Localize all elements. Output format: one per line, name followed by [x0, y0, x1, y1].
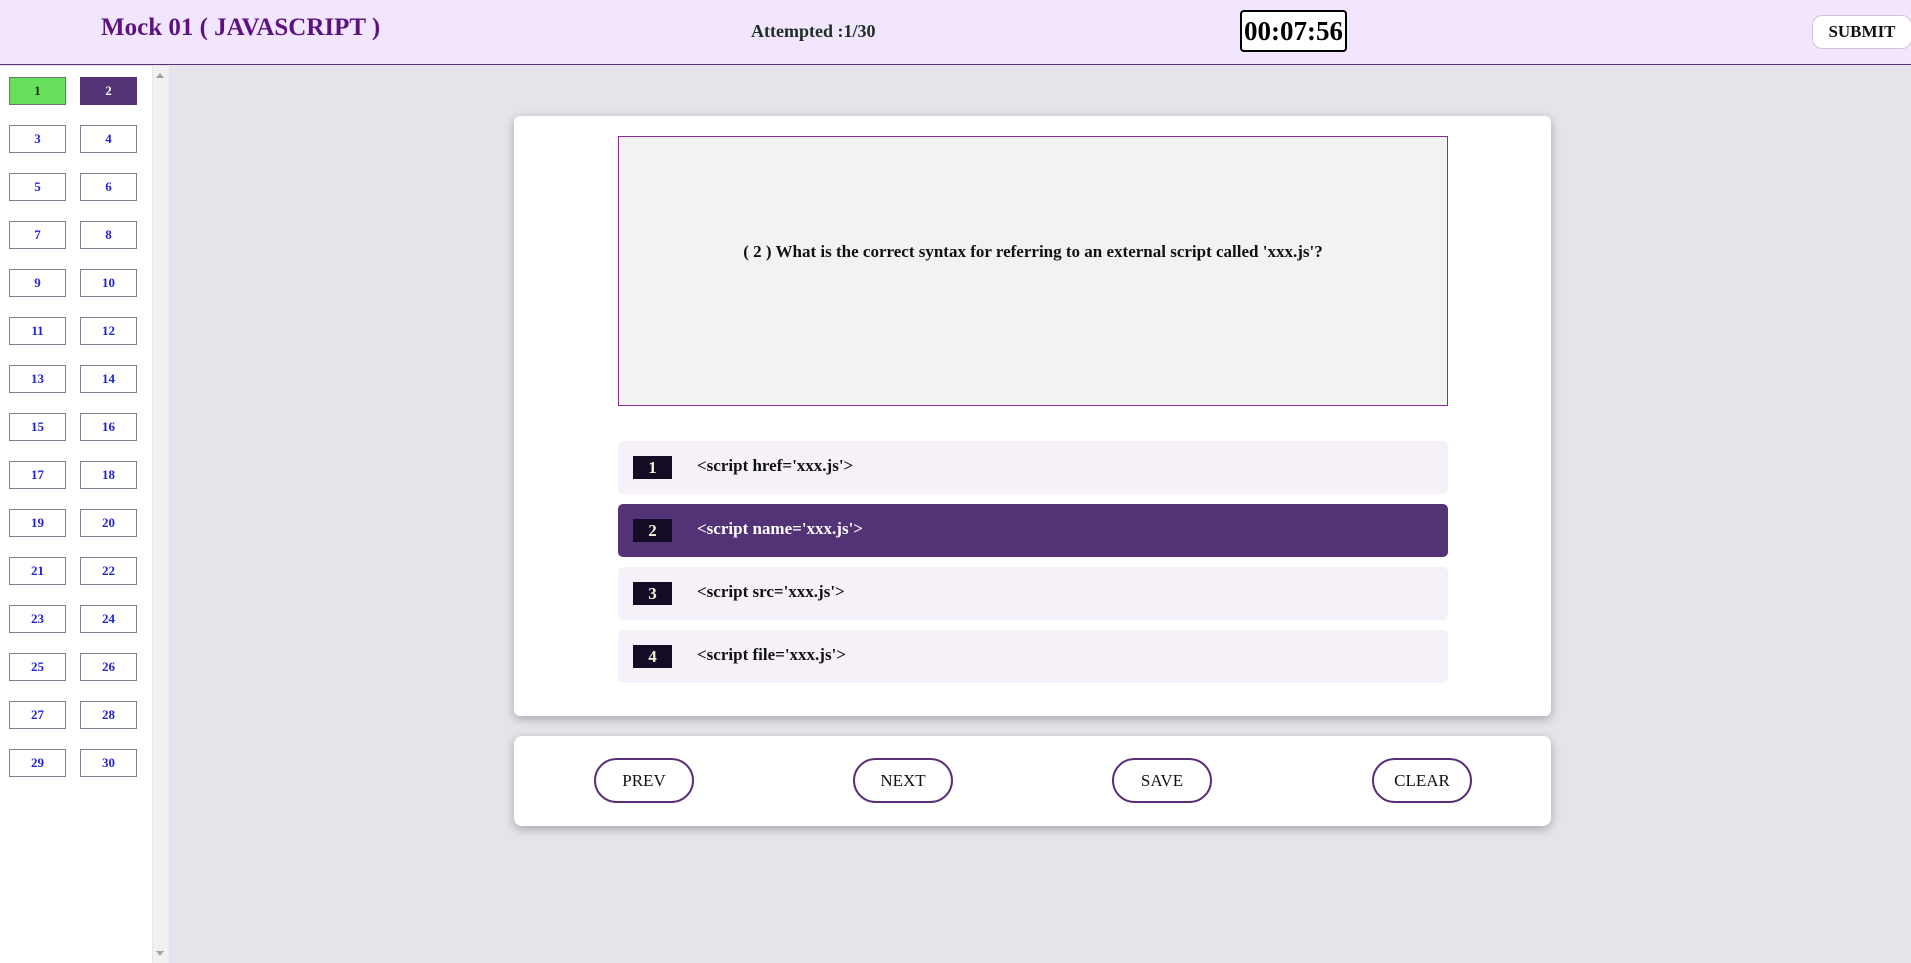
- question-button-17[interactable]: 17: [9, 461, 66, 489]
- question-button-22[interactable]: 22: [80, 557, 137, 585]
- option-3[interactable]: 3 <script src='xxx.js'>: [618, 567, 1448, 620]
- question-button-6[interactable]: 6: [80, 173, 137, 201]
- option-number: 2: [633, 519, 672, 542]
- submit-button[interactable]: SUBMIT: [1812, 15, 1911, 49]
- option-text: <script href='xxx.js'>: [697, 456, 854, 475]
- question-button-30[interactable]: 30: [80, 749, 137, 777]
- question-button-5[interactable]: 5: [9, 173, 66, 201]
- option-text: <script src='xxx.js'>: [697, 582, 845, 601]
- option-4[interactable]: 4 <script file='xxx.js'>: [618, 630, 1448, 683]
- question-button-3[interactable]: 3: [9, 125, 66, 153]
- question-button-10[interactable]: 10: [80, 269, 137, 297]
- question-button-12[interactable]: 12: [80, 317, 137, 345]
- question-button-16[interactable]: 16: [80, 413, 137, 441]
- question-button-29[interactable]: 29: [9, 749, 66, 777]
- question-button-8[interactable]: 8: [80, 221, 137, 249]
- question-button-28[interactable]: 28: [80, 701, 137, 729]
- page-title: Mock 01 ( JAVASCRIPT ): [101, 14, 381, 41]
- option-1[interactable]: 1 <script href='xxx.js'>: [618, 441, 1448, 494]
- scroll-down-icon[interactable]: [156, 951, 164, 956]
- question-button-26[interactable]: 26: [80, 653, 137, 681]
- question-button-13[interactable]: 13: [9, 365, 66, 393]
- question-button-23[interactable]: 23: [9, 605, 66, 633]
- sidebar-scrollbar[interactable]: [152, 66, 169, 963]
- option-2[interactable]: 2 <script name='xxx.js'>: [618, 504, 1448, 557]
- question-button-9[interactable]: 9: [9, 269, 66, 297]
- top-bar: Mock 01 ( JAVASCRIPT ) Attempted :1/30 0…: [0, 0, 1911, 65]
- question-box: ( 2 ) What is the correct syntax for ref…: [618, 136, 1448, 406]
- question-text: ( 2 ) What is the correct syntax for ref…: [743, 242, 1323, 261]
- countdown-timer: 00:07:56: [1240, 10, 1347, 52]
- question-button-20[interactable]: 20: [80, 509, 137, 537]
- scroll-up-icon[interactable]: [156, 73, 164, 78]
- option-text: <script name='xxx.js'>: [697, 519, 863, 538]
- question-button-11[interactable]: 11: [9, 317, 66, 345]
- question-palette: 1 2 3 4 5 6 7 8 9 10 11 12 13 14 15 16 1…: [0, 66, 152, 963]
- question-button-2[interactable]: 2: [80, 77, 137, 105]
- question-button-24[interactable]: 24: [80, 605, 137, 633]
- option-number: 4: [633, 645, 672, 668]
- attempted-count: Attempted :1/30: [751, 21, 876, 41]
- question-button-4[interactable]: 4: [80, 125, 137, 153]
- option-number: 3: [633, 582, 672, 605]
- question-button-18[interactable]: 18: [80, 461, 137, 489]
- question-button-27[interactable]: 27: [9, 701, 66, 729]
- question-button-1[interactable]: 1: [9, 77, 66, 105]
- question-button-25[interactable]: 25: [9, 653, 66, 681]
- question-button-15[interactable]: 15: [9, 413, 66, 441]
- save-button[interactable]: SAVE: [1112, 758, 1212, 803]
- question-button-14[interactable]: 14: [80, 365, 137, 393]
- clear-button[interactable]: CLEAR: [1372, 758, 1472, 803]
- question-card: ( 2 ) What is the correct syntax for ref…: [514, 116, 1551, 716]
- navigation-card: PREV NEXT SAVE CLEAR: [514, 736, 1551, 826]
- option-text: <script file='xxx.js'>: [697, 645, 846, 664]
- prev-button[interactable]: PREV: [594, 758, 694, 803]
- next-button[interactable]: NEXT: [853, 758, 953, 803]
- question-button-7[interactable]: 7: [9, 221, 66, 249]
- question-button-19[interactable]: 19: [9, 509, 66, 537]
- question-button-21[interactable]: 21: [9, 557, 66, 585]
- option-number: 1: [633, 456, 672, 479]
